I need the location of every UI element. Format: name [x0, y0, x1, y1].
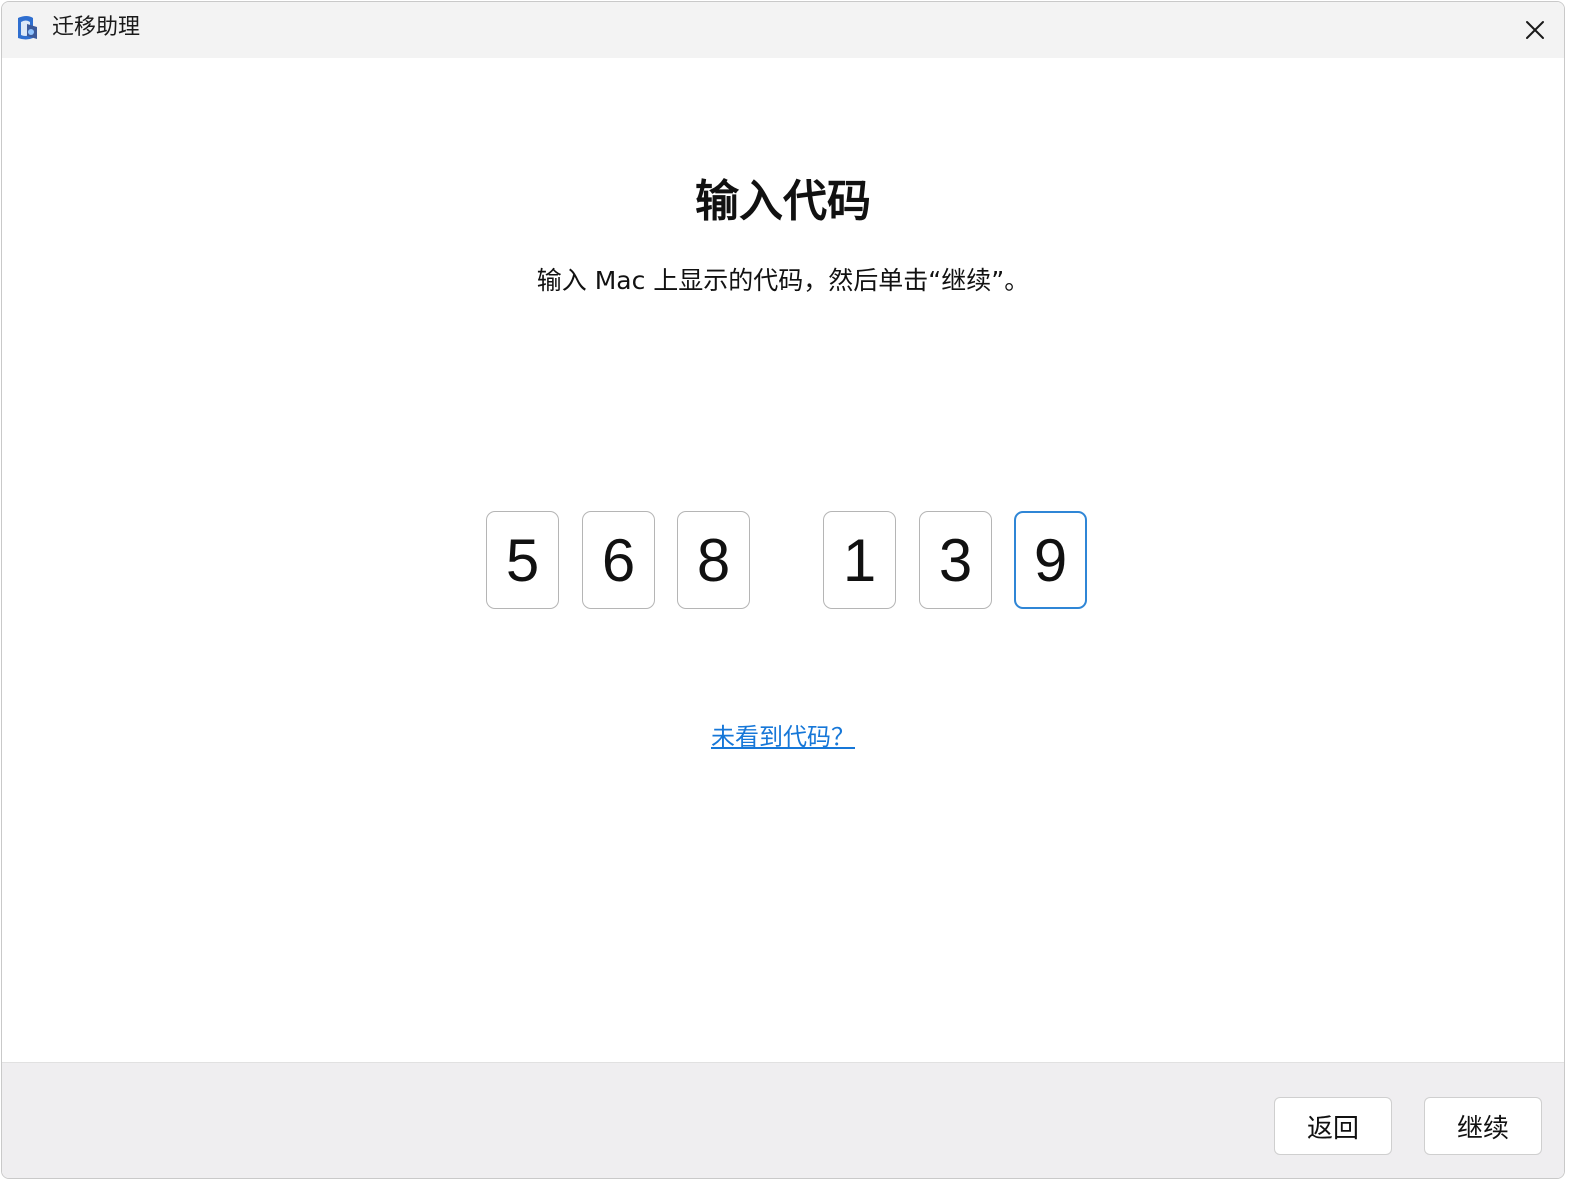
help-link-container: 未看到代码？	[2, 720, 1564, 754]
footer-bar: 返回 继续	[2, 1062, 1564, 1178]
close-button[interactable]	[1506, 2, 1564, 58]
instruction-text: 输入 Mac 上显示的代码，然后单击“继续”。	[536, 266, 1030, 295]
window-title: 迁移助理	[52, 15, 141, 40]
close-icon	[1526, 21, 1544, 39]
main-content: 输入代码 输入 Mac 上显示的代码，然后单击“继续”。 5 6 8 1 3 9…	[2, 58, 1564, 1062]
code-digit-field-1[interactable]: 5	[486, 511, 559, 609]
code-digit-field-5[interactable]: 3	[919, 511, 992, 609]
page-title: 输入代码	[695, 176, 871, 227]
migration-assistant-window: 迁移助理 输入代码 输入 Mac 上显示的代码，然后单击“继续”。 5 6 8 …	[1, 1, 1565, 1179]
code-digit-field-4[interactable]: 1	[823, 511, 896, 609]
continue-button[interactable]: 继续	[1424, 1097, 1542, 1155]
code-digit-field-2[interactable]: 6	[582, 511, 655, 609]
code-digit-field-6[interactable]: 9	[1014, 511, 1087, 609]
back-button[interactable]: 返回	[1274, 1097, 1392, 1155]
code-digit-field-3[interactable]: 8	[677, 511, 750, 609]
migration-assistant-icon	[14, 14, 40, 42]
title-bar: 迁移助理	[2, 2, 1564, 58]
no-code-help-link[interactable]: 未看到代码？	[711, 723, 855, 751]
